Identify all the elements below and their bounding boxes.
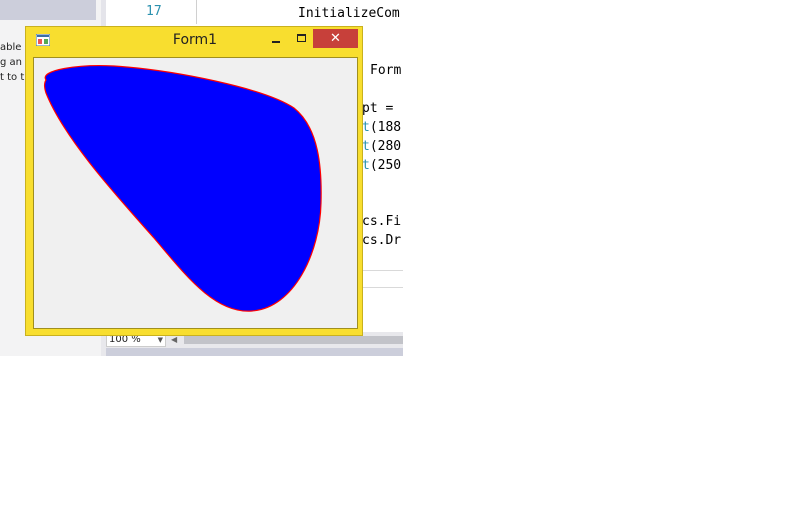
code-line[interactable]: cs.Dr bbox=[362, 231, 401, 250]
code-text: (188 bbox=[369, 120, 402, 135]
code-line[interactable]: Form bbox=[370, 61, 401, 80]
form-window[interactable]: Form1 ✕ bbox=[25, 26, 363, 336]
horizontal-scrollbar[interactable] bbox=[184, 336, 403, 344]
line-number: 17 bbox=[146, 4, 162, 19]
minimize-button[interactable] bbox=[266, 31, 288, 49]
left-panel-text-2: g an bbox=[0, 57, 22, 68]
code-text: (280 bbox=[369, 139, 402, 154]
code-line[interactable]: InitializeCom bbox=[298, 4, 400, 23]
editor-bottom-bar bbox=[106, 348, 403, 356]
close-icon: ✕ bbox=[330, 31, 341, 46]
code-line[interactable]: t(188 bbox=[362, 118, 401, 137]
code-line[interactable]: t(280 bbox=[362, 137, 401, 156]
code-line[interactable]: t(250 bbox=[362, 156, 401, 175]
gutter-divider bbox=[196, 0, 197, 24]
code-line[interactable]: pt = bbox=[362, 99, 393, 118]
editor-divider bbox=[360, 270, 403, 271]
left-panel-text-3: t to t bbox=[0, 72, 25, 83]
left-panel-header bbox=[0, 0, 96, 20]
code-keyword: t bbox=[362, 158, 370, 173]
code-text: (250 bbox=[369, 158, 402, 173]
maximize-button[interactable] bbox=[291, 31, 313, 49]
drawing-canvas bbox=[43, 65, 322, 312]
code-keyword: t bbox=[362, 120, 370, 135]
form-client-area[interactable] bbox=[33, 57, 358, 329]
filled-curve-shape bbox=[43, 65, 322, 312]
left-panel-text-1: able bbox=[0, 42, 22, 53]
close-button[interactable]: ✕ bbox=[313, 29, 358, 48]
editor-divider bbox=[360, 287, 403, 288]
code-line[interactable]: cs.Fi bbox=[362, 212, 401, 231]
code-keyword: t bbox=[362, 139, 370, 154]
